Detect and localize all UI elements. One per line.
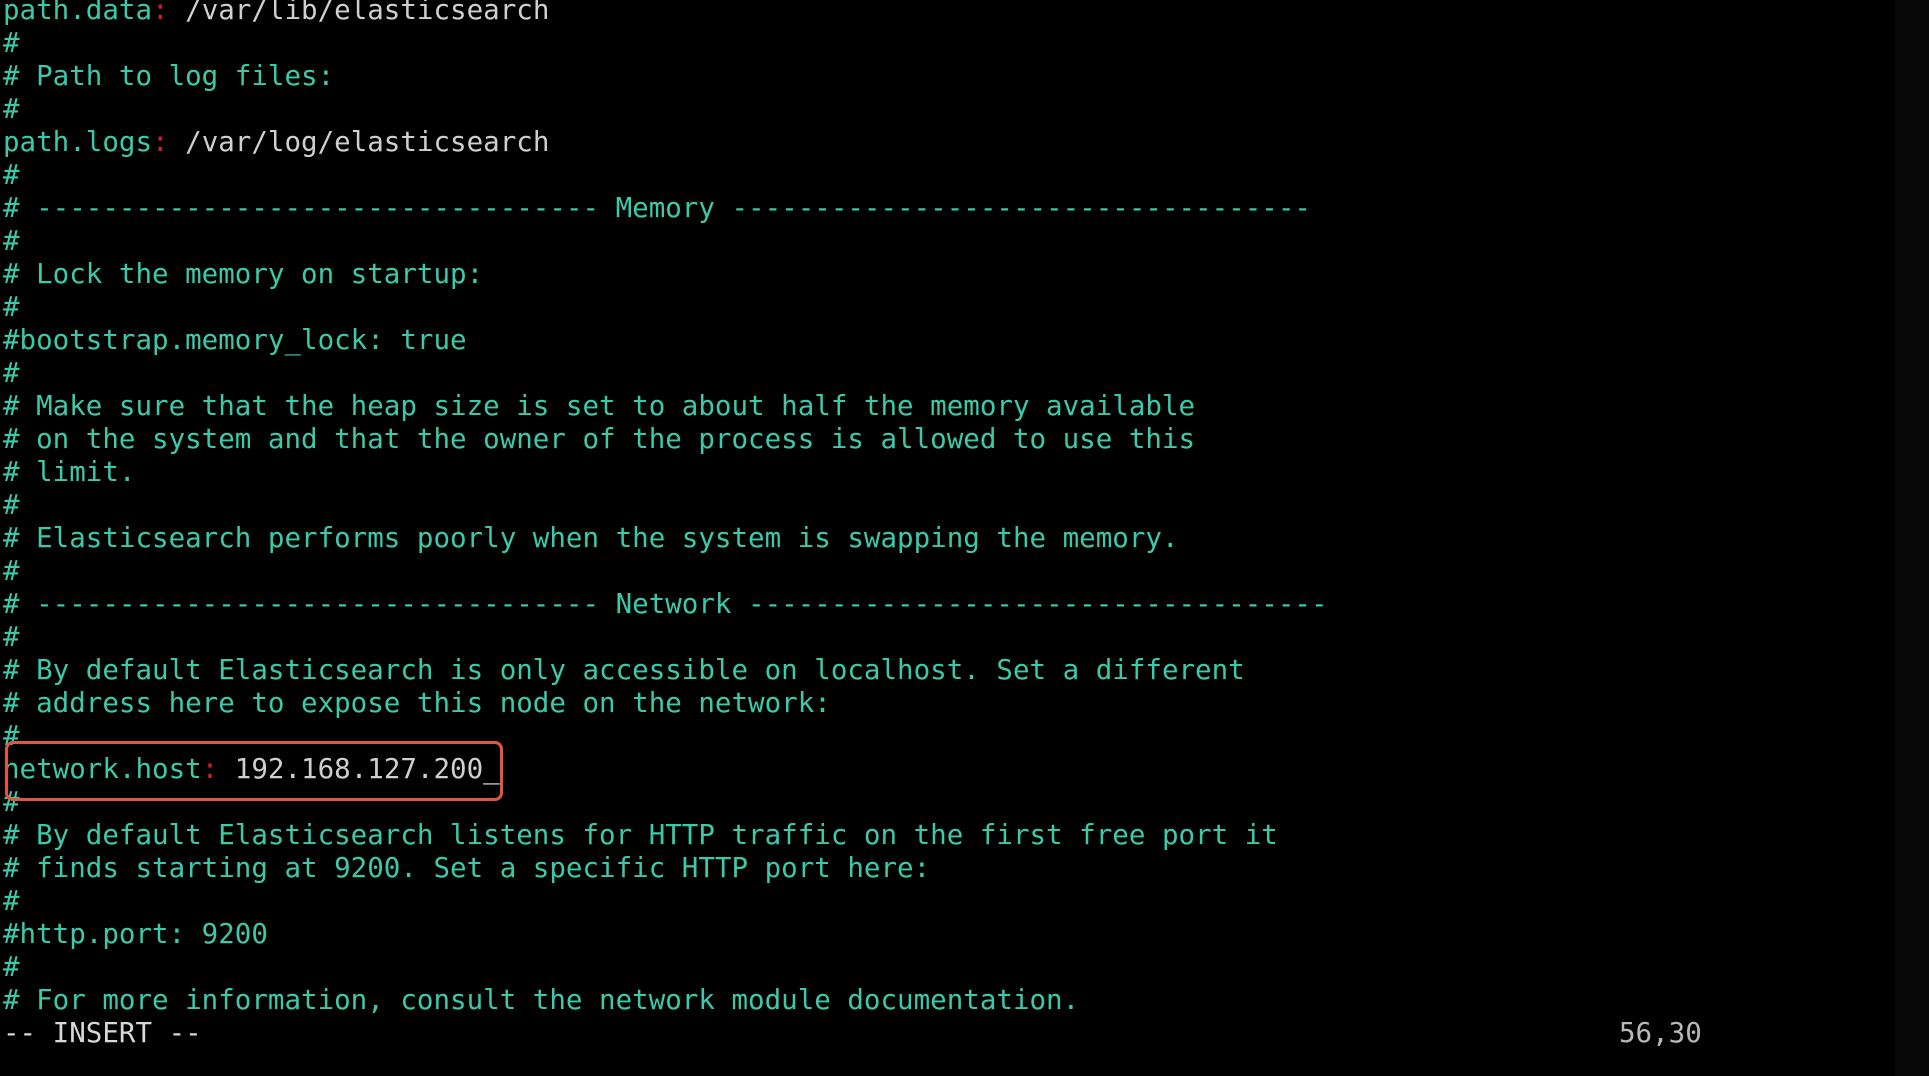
editor-line[interactable]: #bootstrap.memory_lock: true [3, 324, 1328, 357]
comment-text: # on the system and that the owner of th… [3, 423, 1196, 455]
editor-line[interactable]: # [3, 27, 1328, 60]
comment-text: # [3, 93, 20, 125]
editor-line[interactable]: # finds starting at 9200. Set a specific… [3, 852, 1328, 885]
comment-text: # By default Elasticsearch listens for H… [3, 819, 1278, 851]
editor-line[interactable]: # [3, 291, 1328, 324]
comment-text: # [3, 885, 20, 917]
comment-text: # ---------------------------------- Net… [3, 588, 1328, 620]
vim-editor-buffer[interactable]: path.data: /var/lib/elasticsearch # # Path… [3, 0, 1328, 1017]
network-host-highlight-box [5, 741, 503, 801]
config-value: /var/lib/elasticsearch [168, 0, 550, 26]
editor-line[interactable]: # By default Elasticsearch listens for H… [3, 819, 1328, 852]
editor-line[interactable]: # Path to log files: [3, 60, 1328, 93]
comment-text: # ---------------------------------- Mem… [3, 192, 1311, 224]
editor-line[interactable]: path.logs: /var/log/elasticsearch [3, 126, 1328, 159]
editor-line[interactable]: # [3, 93, 1328, 126]
comment-text: # limit. [3, 456, 136, 488]
editor-line[interactable]: # address here to expose this node on th… [3, 687, 1328, 720]
cursor-position: 56,30 [1619, 1017, 1702, 1049]
editor-line[interactable]: # limit. [3, 456, 1328, 489]
editor-line[interactable]: # For more information, consult the netw… [3, 984, 1328, 1017]
comment-text: # [3, 357, 20, 389]
editor-line[interactable]: #http.port: 9200 [3, 918, 1328, 951]
comment-text: # [3, 291, 20, 323]
vim-mode-indicator: -- INSERT -- [3, 1017, 202, 1049]
editor-line[interactable]: # on the system and that the owner of th… [3, 423, 1328, 456]
comment-text: # Path to log files: [3, 60, 335, 92]
comment-text: #bootstrap.memory_lock: true [3, 324, 467, 356]
comment-text: #http.port: 9200 [3, 918, 268, 950]
editor-line[interactable]: # Make sure that the heap size is set to… [3, 390, 1328, 423]
editor-line[interactable]: # ---------------------------------- Mem… [3, 192, 1328, 225]
comment-text: # Make sure that the heap size is set to… [3, 390, 1196, 422]
editor-line[interactable]: # [3, 951, 1328, 984]
editor-line[interactable]: # By default Elasticsearch is only acces… [3, 654, 1328, 687]
editor-line[interactable]: # [3, 555, 1328, 588]
editor-line[interactable]: # [3, 885, 1328, 918]
comment-text: # By default Elasticsearch is only acces… [3, 654, 1245, 686]
editor-line[interactable]: # [3, 357, 1328, 390]
comment-text: # address here to expose this node on th… [3, 687, 831, 719]
editor-line[interactable]: # [3, 489, 1328, 522]
editor-line[interactable]: # Elasticsearch performs poorly when the… [3, 522, 1328, 555]
comment-text: # finds starting at 9200. Set a specific… [3, 852, 931, 884]
editor-line[interactable]: # Lock the memory on startup: [3, 258, 1328, 291]
comment-text: # Lock the memory on startup: [3, 258, 484, 290]
config-key: path.logs [3, 126, 153, 158]
comment-text: # [3, 489, 20, 521]
window-edge [1895, 0, 1929, 1076]
config-value: /var/log/elasticsearch [168, 126, 550, 158]
comment-text: # [3, 159, 20, 191]
comment-text: # [3, 555, 20, 587]
key-separator: : [152, 0, 169, 26]
editor-line[interactable]: # [3, 159, 1328, 192]
key-separator: : [152, 126, 169, 158]
editor-line[interactable]: # [3, 225, 1328, 258]
editor-line[interactable]: path.data: /var/lib/elasticsearch [3, 0, 1328, 27]
comment-text: # Elasticsearch performs poorly when the… [3, 522, 1179, 554]
comment-text: # [3, 621, 20, 653]
comment-text: # [3, 27, 20, 59]
editor-line[interactable]: # [3, 621, 1328, 654]
config-key: path.data [3, 0, 153, 26]
comment-text: # [3, 225, 20, 257]
comment-text: # [3, 951, 20, 983]
editor-line[interactable]: # ---------------------------------- Net… [3, 588, 1328, 621]
comment-text: # For more information, consult the netw… [3, 984, 1080, 1016]
